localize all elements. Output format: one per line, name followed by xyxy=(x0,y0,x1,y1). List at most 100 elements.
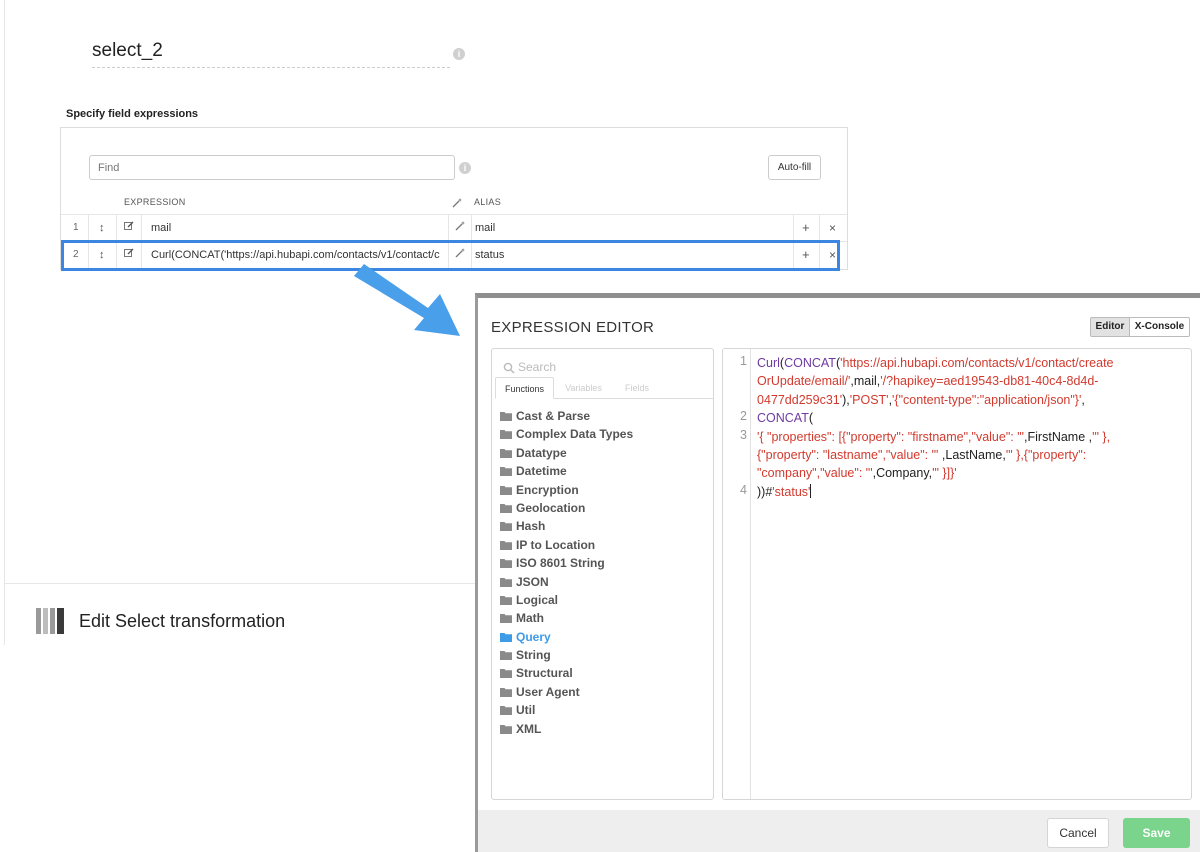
page: select_2 i Specify field expressions i A… xyxy=(0,0,1200,852)
function-category-item[interactable]: Math xyxy=(500,609,633,627)
function-category-item[interactable]: String xyxy=(500,646,633,664)
folder-icon xyxy=(500,559,512,569)
code-token: CONCAT xyxy=(784,356,836,370)
function-category-label: Geolocation xyxy=(516,500,586,515)
code-token: ( xyxy=(808,411,814,426)
code-token: Curl xyxy=(757,356,780,370)
drag-handle-icon[interactable]: ↕ xyxy=(99,242,105,268)
select-transformation-icon xyxy=(36,608,64,634)
code-token: ), xyxy=(842,392,850,407)
remove-row-icon[interactable]: × xyxy=(829,215,836,241)
line-number: 2 xyxy=(740,409,747,423)
code-token: ,mail, xyxy=(850,374,881,389)
drag-handle-icon[interactable]: ↕ xyxy=(99,215,105,241)
code-token: 'status' xyxy=(772,484,811,499)
function-category-list: Cast & Parse Complex Data Types Datatype Da… xyxy=(500,407,633,738)
code-token: ,Company, xyxy=(872,466,933,481)
section-title: Specify field expressions xyxy=(66,108,199,120)
alias-wand-icon[interactable] xyxy=(452,197,463,210)
code-token: ,LastName, xyxy=(938,448,1006,463)
function-category-item[interactable]: Util xyxy=(500,701,633,719)
alias-cell[interactable]: status xyxy=(475,242,504,268)
function-category-label: Encryption xyxy=(516,482,579,497)
tab-functions[interactable]: Functions xyxy=(495,377,554,399)
code-text[interactable]: Curl(CONCAT('https://api.hubapi.com/cont… xyxy=(757,354,1187,501)
function-category-label: Query xyxy=(516,629,551,644)
add-row-icon[interactable]: + xyxy=(802,215,810,241)
alias-wand-icon[interactable] xyxy=(455,215,466,241)
row-divider xyxy=(141,215,142,241)
folder-icon xyxy=(500,595,512,605)
row-divider xyxy=(793,242,794,268)
code-token: 0477dd259c31' xyxy=(757,392,843,407)
xconsole-mode-button[interactable]: X-Console xyxy=(1129,317,1190,337)
function-category-label: JSON xyxy=(516,574,549,589)
folder-icon xyxy=(500,687,512,697)
find-info-icon[interactable]: i xyxy=(459,162,471,174)
row-divider xyxy=(819,215,820,241)
function-category-item[interactable]: JSON xyxy=(500,573,633,591)
function-search-input[interactable]: Search xyxy=(499,356,706,376)
transformation-name-field[interactable]: select_2 xyxy=(92,40,450,68)
code-editor[interactable]: 1 2 3 4 Curl(CONCAT('https://api.hubapi.… xyxy=(722,348,1192,800)
tab-fields[interactable]: Fields xyxy=(613,377,661,399)
arrow-icon xyxy=(354,264,460,336)
function-category-item[interactable]: ISO 8601 String xyxy=(500,554,633,572)
function-category-item[interactable]: Datatype xyxy=(500,444,633,462)
function-category-item[interactable]: XML xyxy=(500,720,633,738)
function-category-item[interactable]: Logical xyxy=(500,591,633,609)
function-category-item[interactable]: Datetime xyxy=(500,462,633,480)
auto-fill-button[interactable]: Auto-fill xyxy=(768,155,821,180)
function-category-item[interactable]: Cast & Parse xyxy=(500,407,633,425)
function-category-item[interactable]: Query xyxy=(500,628,633,646)
code-token: '{"content-type":"application/json"}' xyxy=(892,392,1082,407)
function-category-label: Datetime xyxy=(516,464,567,479)
row-divider xyxy=(471,215,472,241)
cancel-button[interactable]: Cancel xyxy=(1047,818,1109,848)
function-category-item[interactable]: Hash xyxy=(500,517,633,535)
functions-panel: Search Functions Variables Fields Cast &… xyxy=(491,348,714,800)
row-divider xyxy=(88,215,89,241)
expression-editor-title: EXPRESSION EDITOR xyxy=(491,319,655,336)
function-category-label: Complex Data Types xyxy=(516,427,634,442)
function-category-label: Hash xyxy=(516,519,546,534)
alias-cell[interactable]: mail xyxy=(475,215,495,241)
function-category-label: Math xyxy=(516,611,544,626)
section-divider xyxy=(4,583,476,584)
add-row-icon[interactable]: + xyxy=(802,242,810,268)
save-button[interactable]: Save xyxy=(1123,818,1190,848)
info-icon[interactable]: i xyxy=(453,48,465,60)
row-divider xyxy=(141,242,142,268)
folder-icon xyxy=(500,614,512,624)
function-category-item[interactable]: Structural xyxy=(500,664,633,682)
field-expressions-panel: i Auto-fill EXPRESSION ALIAS 1 ↕ mail ma… xyxy=(60,127,848,270)
function-category-label: Structural xyxy=(516,666,573,681)
function-category-label: IP to Location xyxy=(516,537,596,552)
tab-variables[interactable]: Variables xyxy=(555,377,612,399)
code-token: CONCAT xyxy=(757,411,809,426)
function-category-item[interactable]: Encryption xyxy=(500,481,633,499)
function-category-item[interactable]: IP to Location xyxy=(500,536,633,554)
code-token: , xyxy=(1081,392,1085,407)
folder-icon xyxy=(500,724,512,734)
function-category-item[interactable]: Geolocation xyxy=(500,499,633,517)
edit-expression-icon[interactable] xyxy=(124,215,134,241)
row-divider xyxy=(819,242,820,268)
function-category-item[interactable]: User Agent xyxy=(500,683,633,701)
code-token: {"property": "lastname","value": "' xyxy=(757,448,939,463)
find-input[interactable] xyxy=(89,155,455,180)
editor-mode-button[interactable]: Editor xyxy=(1090,317,1130,337)
expression-cell[interactable]: mail xyxy=(151,215,441,241)
edit-expression-icon[interactable] xyxy=(124,242,134,268)
code-token: '/?hapikey=aed19543-db81-40c4-8d4d- xyxy=(880,374,1099,389)
folder-icon xyxy=(500,412,512,421)
line-number: 4 xyxy=(740,483,747,497)
remove-row-icon[interactable]: × xyxy=(829,242,836,268)
code-token: '{ "properties": [{"property": "firstnam… xyxy=(757,429,1025,444)
folder-icon xyxy=(500,503,512,513)
function-category-item[interactable]: Complex Data Types xyxy=(500,425,633,443)
row-divider xyxy=(116,242,117,268)
table-row: 1 ↕ mail mail + × xyxy=(61,214,847,241)
function-category-label: String xyxy=(516,648,551,663)
code-token: 'POST' xyxy=(849,392,889,407)
